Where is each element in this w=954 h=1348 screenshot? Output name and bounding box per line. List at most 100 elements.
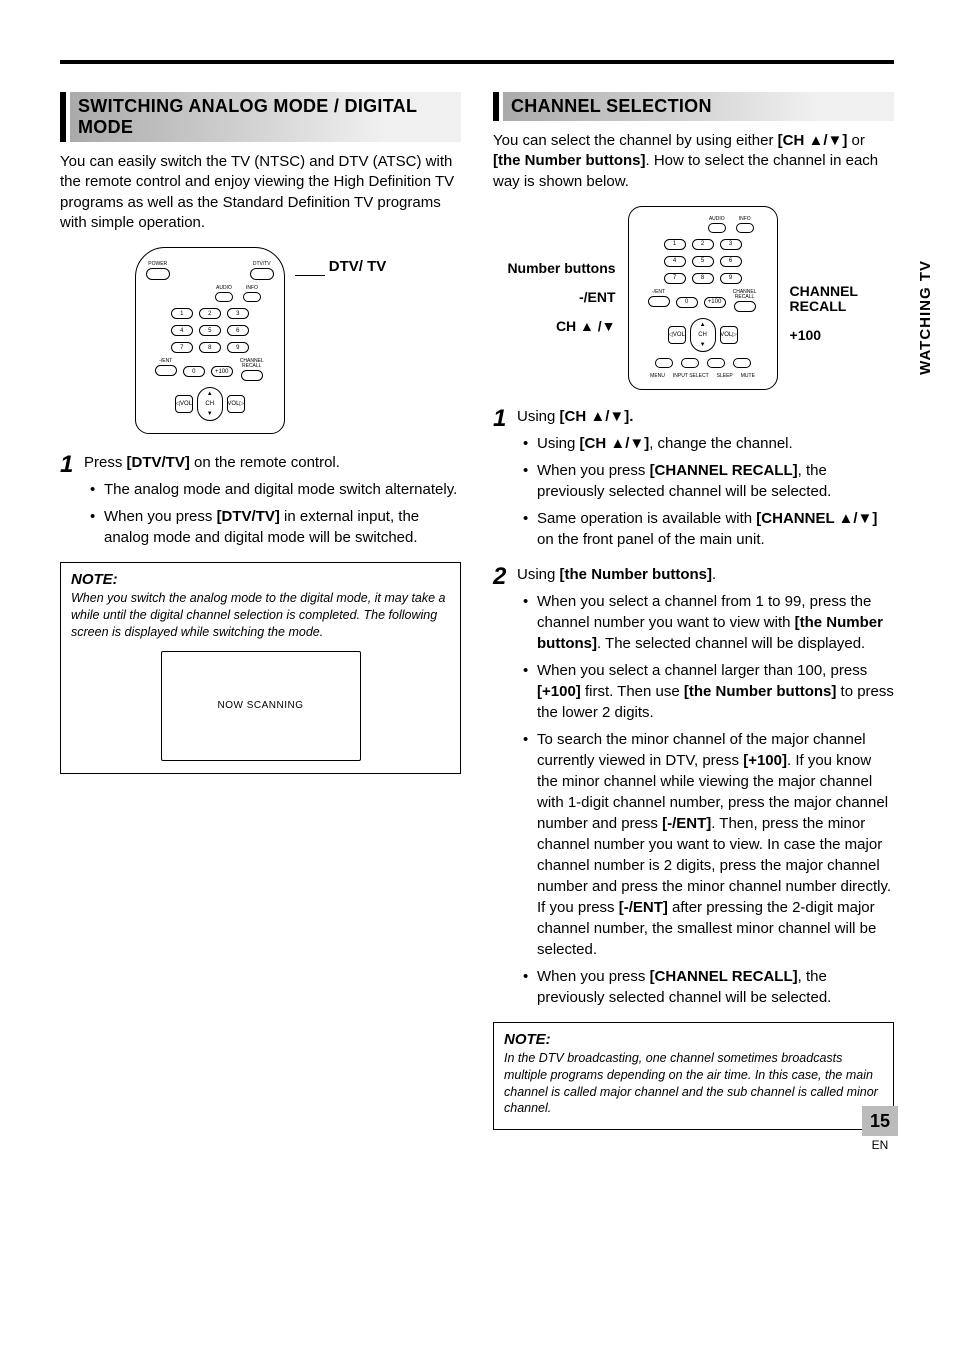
vol-down: ◁VOL <box>175 395 193 413</box>
s2b3f: [-/ENT] <box>619 899 668 916</box>
s2b2c: first. Then use <box>581 683 684 700</box>
dtvtv-button <box>250 268 274 280</box>
step-1-right: Using [CH ▲/▼]. Using [CH ▲/▼], change t… <box>493 406 894 550</box>
ch-label-r: CH <box>698 332 707 338</box>
ent-button <box>155 365 177 376</box>
num-8: 8 <box>199 342 221 353</box>
num-2-r: 2 <box>692 239 714 250</box>
remote-diagram-left: POWER DTV/TV AUDIO <box>60 247 461 434</box>
label-audio-r: AUDIO <box>709 217 725 222</box>
section-header-switching: SWITCHING ANALOG MODE / DIGITAL MODE <box>60 92 461 142</box>
input-select-button <box>681 358 699 368</box>
num-3: 3 <box>227 308 249 319</box>
power-button <box>146 268 170 280</box>
step-1-left: Press [DTV/TV] on the remote control. Th… <box>60 452 461 548</box>
note-text-right: In the DTV broadcasting, one channel som… <box>504 1050 883 1118</box>
ch-updown: ▲CH▼ <box>197 387 223 421</box>
num-7: 7 <box>171 342 193 353</box>
s1b3: Same operation is available with [CHANNE… <box>523 508 894 550</box>
remote-illustration: POWER DTV/TV AUDIO <box>135 247 285 434</box>
label-info-r: INFO <box>739 217 751 222</box>
bullet-1: The analog mode and digital mode switch … <box>90 479 461 500</box>
s1b1c: , change the channel. <box>649 435 792 452</box>
step-1-bold: [DTV/TV] <box>127 454 190 471</box>
s1b2a: When you press <box>537 462 650 479</box>
note-title-right: NOTE: <box>504 1031 883 1048</box>
vol-label-r2: VOL <box>673 332 685 338</box>
s2b4b: [CHANNEL RECALL] <box>650 968 798 985</box>
label-chrec: CHANNEL RECALL <box>239 359 265 369</box>
callout-ch-updn: CH ▲ /▼ <box>556 319 616 334</box>
manual-page: WATCHING TV SWITCHING ANALOG MODE / DIGI… <box>0 0 954 1170</box>
p100-button: +100 <box>211 366 233 377</box>
note-box-right: NOTE: In the DTV broadcasting, one chann… <box>493 1022 894 1131</box>
s2b3: To search the minor channel of the major… <box>523 729 894 960</box>
num-0: 0 <box>183 366 205 377</box>
s1b1a: Using <box>537 435 580 452</box>
section-strip-r: CHANNEL SELECTION <box>503 92 894 121</box>
label-power: POWER <box>148 262 167 267</box>
s2b3d: [-/ENT] <box>662 815 711 832</box>
callout-dtvtv: DTV/ TV <box>329 258 387 275</box>
steps-right: Using [CH ▲/▼]. Using [CH ▲/▼], change t… <box>493 406 894 1008</box>
label-info: INFO <box>246 286 258 291</box>
intro-b: [CH ▲/▼] <box>778 132 848 149</box>
vol-up-r: VOL▷ <box>720 326 738 344</box>
bullet-2a: When you press <box>104 508 217 525</box>
s2b4: When you press [CHANNEL RECALL], the pre… <box>523 966 894 1008</box>
sleep-button <box>707 358 725 368</box>
callout-p100: +100 <box>790 328 822 343</box>
s2c: . <box>712 566 716 583</box>
s2b1: When you select a channel from 1 to 99, … <box>523 591 894 654</box>
s2b2a: When you select a channel larger than 10… <box>537 662 867 679</box>
num-0-r: 0 <box>676 297 698 308</box>
label-ent-r: -/ENT <box>652 290 665 295</box>
label-input: INPUT SELECT <box>673 374 709 379</box>
section-bar-r <box>493 92 499 121</box>
section-header-channel: CHANNEL SELECTION <box>493 92 894 121</box>
bullet-2b: [DTV/TV] <box>217 508 280 525</box>
label-audio: AUDIO <box>216 286 232 291</box>
s1a: Using <box>517 408 560 425</box>
vol-label: VOL <box>180 401 192 407</box>
mute-button <box>733 358 751 368</box>
intro-paragraph-right: You can select the channel by using eith… <box>493 131 894 192</box>
step-1-text-a: Press <box>84 454 127 471</box>
right-column: CHANNEL SELECTION You can select the cha… <box>493 92 894 1130</box>
remote-diagram-right: Number buttons -/ENT CH ▲ /▼ AUDIO INFO … <box>493 206 894 390</box>
page-language: EN <box>862 1138 898 1152</box>
s1b3c: on the front panel of the main unit. <box>537 531 765 548</box>
num-9-r: 9 <box>720 273 742 284</box>
num-2: 2 <box>199 308 221 319</box>
menu-button <box>655 358 673 368</box>
s2b2b: [+100] <box>537 683 581 700</box>
section-title-channel: CHANNEL SELECTION <box>511 96 712 116</box>
s2b4a: When you press <box>537 968 650 985</box>
num-1: 1 <box>171 308 193 319</box>
label-ent: -/ENT <box>159 359 172 364</box>
s1b3a: Same operation is available with <box>537 510 756 527</box>
right-callouts: CHANNEL RECALL +100 <box>790 284 880 344</box>
ent-button-r <box>648 296 670 307</box>
ch-updown-r: ▲CH▼ <box>690 318 716 352</box>
s2a: Using <box>517 566 560 583</box>
num-5-r: 5 <box>692 256 714 267</box>
label-dtvtv: DTV/TV <box>253 262 271 267</box>
num-4-r: 4 <box>664 256 686 267</box>
callout-number-buttons: Number buttons <box>507 261 615 276</box>
section-strip: SWITCHING ANALOG MODE / DIGITAL MODE <box>70 92 461 142</box>
step-1-bullets: The analog mode and digital mode switch … <box>84 479 461 548</box>
s1b: [CH ▲/▼]. <box>560 408 634 425</box>
info-button <box>243 292 261 302</box>
now-scanning-text: NOW SCANNING <box>218 700 304 711</box>
label-sleep: SLEEP <box>717 374 733 379</box>
page-number-text: 15 <box>870 1111 890 1132</box>
intro-d: [the Number buttons] <box>493 152 645 169</box>
num-5: 5 <box>199 325 221 336</box>
note-text-left: When you switch the analog mode to the d… <box>71 590 450 641</box>
top-rule <box>60 60 894 64</box>
callout-ent: -/ENT <box>579 290 616 305</box>
s2b2d: [the Number buttons] <box>684 683 836 700</box>
intro-a: You can select the channel by using eith… <box>493 132 778 149</box>
callout-channel-recall: CHANNEL RECALL <box>790 284 880 315</box>
